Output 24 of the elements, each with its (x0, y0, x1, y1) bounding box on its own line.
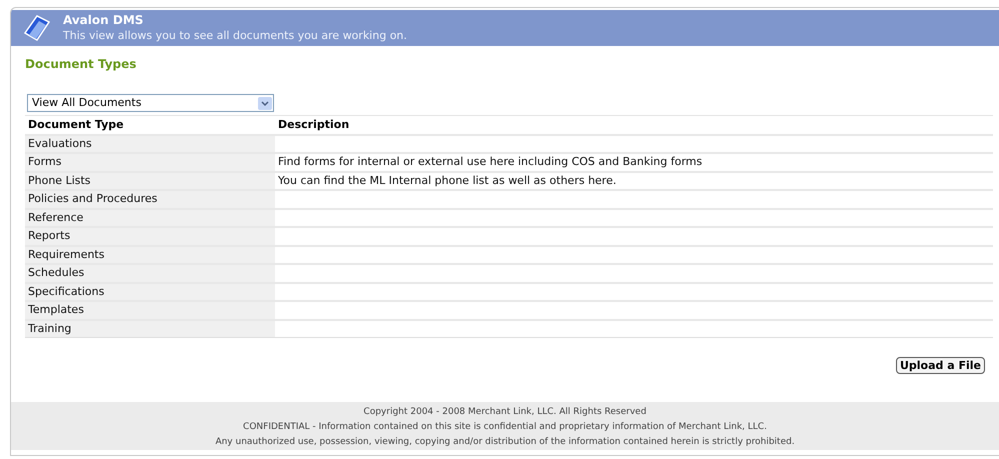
document-type-label: Templates (28, 303, 84, 316)
upload-file-button[interactable]: Upload a File (896, 357, 985, 374)
description-text: Find forms for internal or external use here including COS and Banking forms (278, 155, 702, 168)
document-type-label: Policies and Procedures (28, 192, 158, 205)
section-title: Document Types (25, 56, 138, 73)
document-type-label: Schedules (28, 266, 84, 279)
document-type-label: Phone Lists (28, 174, 91, 186)
document-filter-dropdown[interactable]: View All Documents (27, 94, 274, 112)
document-type-label: Reports (28, 229, 70, 242)
app-title: Avalon DMS (63, 13, 144, 28)
column-header: Document Type (28, 118, 124, 130)
document-type-label: Forms (28, 155, 62, 168)
app-subtitle: This view allows you to see all documents you are working on. (63, 28, 408, 43)
book-icon (21, 13, 53, 43)
footer-text: Any unauthorized use, possession, viewing, copying and/or distribution of the information contained herein is strictly prohibited. (215, 436, 795, 449)
description-text: You can find the ML Internal phone list as well as others here. (278, 174, 616, 186)
document-type-label: Evaluations (28, 136, 92, 150)
footer-text: Copyright 2004 - 2008 Merchant Link, LLC. All Rights Reserved (364, 406, 646, 419)
column-header: Description (278, 118, 350, 130)
document-type-label: Training (28, 322, 72, 334)
document-type-label: Specifications (28, 284, 104, 298)
document-type-label: Reference (28, 210, 84, 224)
footer-text: CONFIDENTIAL - Information contained on this site is confidential and proprietary information of Merchant Link, LLC. (243, 421, 767, 434)
document-type-label: Requirements (28, 248, 104, 260)
